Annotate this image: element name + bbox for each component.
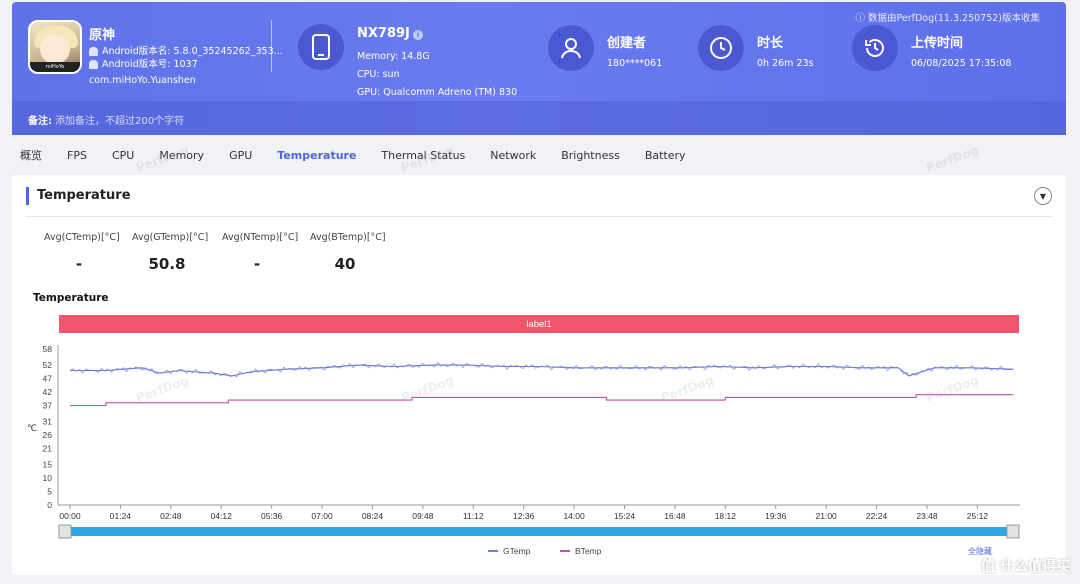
y-tick-label: 5 [47,487,52,497]
stat-value: 50.8 [148,255,186,273]
x-tick-label: 12:36 [513,511,535,521]
stat-value: 40 [334,255,356,273]
y-axis-label: ℃ [27,424,37,434]
x-tick-label: 19:36 [765,511,787,521]
y-tick-label: 31 [43,417,53,427]
info-icon: ⓘ [855,13,868,24]
range-handle-right [1006,524,1020,539]
x-tick-label: 08:24 [362,511,384,521]
x-tick-label: 04:12 [211,511,233,521]
tab-thermal-status[interactable]: Thermal Status [381,149,465,162]
creator-title: 创建者 [607,36,647,51]
stat-label: Avg(BTemp)[°C] [310,232,386,243]
tab-temperature[interactable]: Temperature [277,149,356,162]
x-tick-label: 25:12 [967,511,989,521]
y-tick-label: 0 [47,500,52,510]
x-tick-label: 01:24 [110,511,132,521]
y-tick-label: 47 [43,374,53,384]
android-icon [89,60,98,69]
app-meta: Android版本名: 5.8.0_35245262_353... Androi… [89,46,283,86]
app-name: 原神 [89,28,116,43]
x-tick-label: 23:48 [916,511,938,521]
creator-value: 180****061 [607,58,663,69]
tab-network[interactable]: Network [490,149,536,162]
metric-tabs: 概览 FPS CPU Memory GPU Temperature Therma… [12,143,711,167]
temperature-card: Temperature ▼ Avg(CTemp)[°C] - Avg(GTemp… [12,175,1066,575]
stat-label: Avg(NTemp)[°C] [222,232,299,243]
stat-label: Avg(GTemp)[°C] [132,232,209,243]
x-tick-label: 15:24 [614,511,636,521]
temperature-chart: label1 0 5 10 15 21 26 31 37 42 47 52 58 ℃ 00:00 01:24 0… [27,315,1020,556]
tab-gpu[interactable]: GPU [229,149,252,162]
watermark: PerfDog [924,143,981,175]
range-slider-track [59,527,1019,536]
stat-ntemp: Avg(NTemp)[°C] - [222,232,299,273]
report-header: ⓘ 数据由PerfDog(11.3.250752)版本收集 miHoYo 原神 … [12,2,1066,135]
stat-btemp: Avg(BTemp)[°C] 40 [310,232,386,273]
device-specs: Memory: 14.8G CPU: sun GPU: Qualcomm Adr… [357,51,518,98]
data-credit: ⓘ 数据由PerfDog(11.3.250752)版本收集 [855,13,1040,24]
y-tick-label: 15 [43,460,53,470]
collapse-chevron-icon[interactable]: ▼ [1034,187,1052,205]
x-tick-label: 18:12 [715,511,737,521]
x-tick-label: 02:48 [160,511,182,521]
page-frame: ⓘ 数据由PerfDog(11.3.250752)版本收集 miHoYo 原神 … [0,0,1080,584]
divider [26,216,1052,217]
android-icon [89,47,98,56]
note-input[interactable]: 添加备注，不超过200个字符 [55,112,184,127]
series-line-gtemp-detail [69,361,1014,378]
stat-gtemp: Avg(GTemp)[°C] 50.8 [132,232,209,273]
app-icon: miHoYo [28,20,82,74]
note-label: 备注: [28,116,52,127]
x-tick-label: 09:48 [412,511,434,521]
hide-all-link[interactable]: 全隐藏 [968,546,992,556]
y-tick-label: 42 [43,387,53,397]
x-tick-label: 07:00 [311,511,333,521]
duration-title: 时长 [757,36,784,51]
x-tick-label: 11:12 [463,511,484,521]
series-line-btemp [70,394,1014,407]
user-icon [548,25,594,71]
y-tick-label: 58 [43,344,53,354]
tab-cpu[interactable]: CPU [112,149,134,162]
y-tick-label: 52 [43,360,53,370]
device-name: NX789J i [357,26,423,41]
history-icon [852,25,898,71]
y-tick-label: 37 [43,400,53,410]
upload-title: 上传时间 [911,36,964,51]
section-title: Temperature [26,187,131,205]
tab-fps[interactable]: FPS [67,149,87,162]
range-handle-left [58,524,72,539]
clock-icon [698,25,744,71]
tab-battery[interactable]: Battery [645,149,686,162]
y-tick-label: 26 [43,430,53,440]
y-tick-label: 10 [43,473,53,483]
x-tick-label: 05:36 [261,511,283,521]
x-tick-label: 00:00 [59,511,81,521]
device-info-icon[interactable]: i [412,30,423,40]
note-bar: 备注: 添加备注，不超过200个字符 [12,101,1066,135]
tab-memory[interactable]: Memory [159,149,204,162]
stat-value: - [253,255,261,273]
site-watermark: 值 什么值得买 [981,559,1070,575]
legend-label-gtemp: GTemp [503,546,531,556]
stat-value: - [75,255,83,273]
x-tick-label: 14:00 [563,511,585,521]
chart-title: Temperature [33,292,109,304]
phone-icon [298,24,344,70]
stat-ctemp: Avg(CTemp)[°C] - [44,232,120,273]
upload-value: 06/08/2025 17:35:08 [911,58,1012,69]
stat-label: Avg(CTemp)[°C] [44,232,120,243]
label-band-text: label1 [526,319,551,330]
x-tick-label: 21:00 [816,511,838,521]
divider [271,20,272,72]
x-tick-label: 16:48 [664,511,686,521]
tab-brightness[interactable]: Brightness [561,149,620,162]
duration-value: 0h 26m 23s [757,58,814,69]
package-name: com.miHoYo.Yuanshen [89,75,196,86]
x-tick-label: 22:24 [866,511,888,521]
y-tick-label: 21 [43,444,53,454]
legend-label-btemp: BTemp [575,546,602,556]
tab-overview[interactable]: 概览 [20,147,42,163]
